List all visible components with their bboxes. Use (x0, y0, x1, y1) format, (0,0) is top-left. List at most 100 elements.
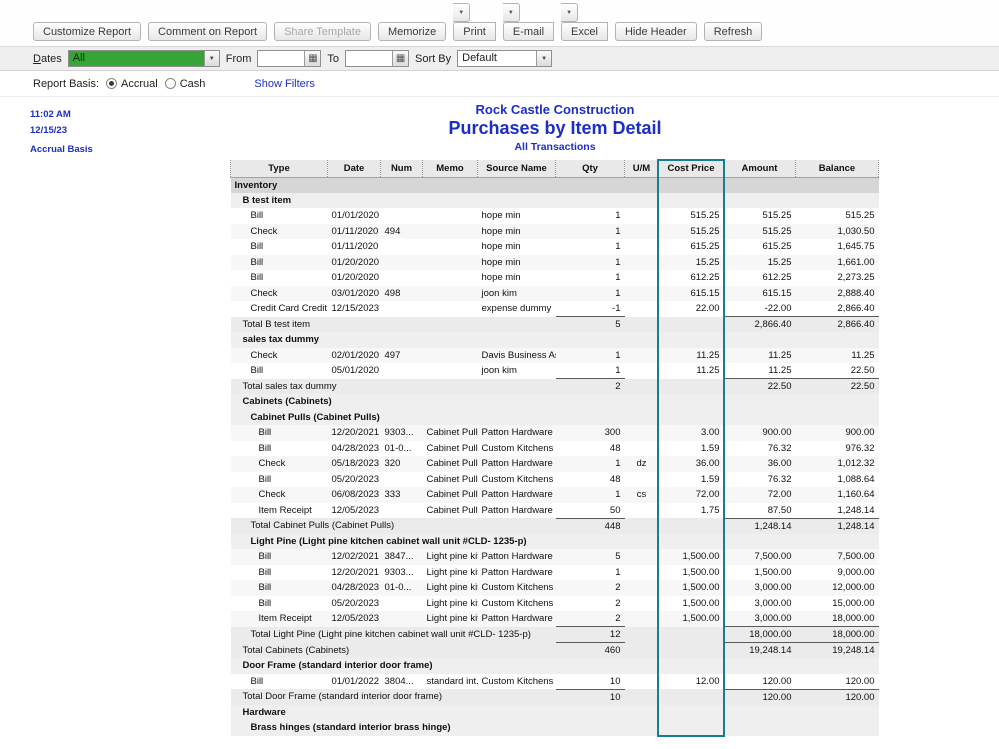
cell-amount[interactable]: 76.32 (724, 472, 796, 488)
cell-amount[interactable]: 36.00 (724, 456, 796, 472)
cell-source-name[interactable]: Patton Hardware S... (478, 456, 556, 472)
cell-amount[interactable]: 1,500.00 (724, 565, 796, 581)
cell-date[interactable]: 12/02/2021 (328, 549, 381, 565)
cell-num[interactable] (381, 363, 423, 379)
cell-balance[interactable]: 1,030.50 (796, 224, 879, 240)
cell-memo[interactable] (423, 348, 478, 364)
table-row[interactable]: Bill01/11/2020hope min1615.25615.251,645… (231, 239, 879, 255)
cell-source-name[interactable]: joon kim (478, 363, 556, 379)
cell-amount[interactable]: 11.25 (724, 363, 796, 379)
cell-date[interactable]: 12/20/2021 (328, 565, 381, 581)
cell-num[interactable] (381, 472, 423, 488)
cell-date[interactable]: 05/01/2020 (328, 363, 381, 379)
cell-date[interactable]: 12/05/2023 (328, 503, 381, 519)
cell-cost-price[interactable]: 1,500.00 (659, 596, 724, 612)
cell-cost-price[interactable]: 22.00 (659, 301, 724, 317)
cell-num[interactable] (381, 208, 423, 224)
cell-memo[interactable]: Light pine kit... (423, 549, 478, 565)
cell-balance[interactable]: 7,500.00 (796, 549, 879, 565)
cell-cost-price[interactable]: 515.25 (659, 224, 724, 240)
table-row[interactable]: Bill04/28/202301-0...Cabinet PullsCustom… (231, 441, 879, 457)
cell-num[interactable]: 9303... (381, 425, 423, 441)
table-row[interactable]: Bill12/20/20219303...Light pine kit...Pa… (231, 565, 879, 581)
cell-memo[interactable] (423, 286, 478, 302)
cell-memo[interactable]: Cabinet Pulls (423, 503, 478, 519)
cell-amount[interactable]: 3,000.00 (724, 611, 796, 627)
cell-type[interactable]: Bill▶ (231, 208, 328, 224)
cell-u-m[interactable] (625, 348, 659, 364)
cell-cost-price[interactable]: 15.25 (659, 255, 724, 271)
cell-cost-price[interactable]: 615.15 (659, 286, 724, 302)
cell-num[interactable] (381, 611, 423, 627)
cell-num[interactable]: 01-0... (381, 580, 423, 596)
table-row[interactable]: Bill01/01/20223804...standard int...Cust… (231, 674, 879, 690)
cell-source-name[interactable]: Patton Hardware S... (478, 503, 556, 519)
cell-balance[interactable]: 2,866.40 (796, 301, 879, 317)
cell-date[interactable]: 01/01/2022 (328, 674, 381, 690)
cell-source-name[interactable]: expense dummy (478, 301, 556, 317)
cell-balance[interactable]: 22.50 (796, 363, 879, 379)
cell-qty[interactable]: 1 (556, 456, 625, 472)
cell-date[interactable]: 12/20/2021 (328, 425, 381, 441)
cell-type[interactable]: Bill (231, 565, 328, 581)
cell-balance[interactable]: 515.25◀ (796, 208, 879, 224)
cell-amount[interactable]: 15.25 (724, 255, 796, 271)
cell-cost-price[interactable]: 1.59 (659, 441, 724, 457)
cell-num[interactable]: 320 (381, 456, 423, 472)
show-filters-link[interactable]: Show Filters (254, 78, 315, 90)
cell-type[interactable]: Bill (231, 239, 328, 255)
sort-by-dropdown[interactable]: Default ▼ (457, 50, 552, 67)
cell-qty[interactable]: 2 (556, 611, 625, 627)
cell-u-m[interactable] (625, 611, 659, 627)
cell-balance[interactable]: 900.00 (796, 425, 879, 441)
table-row[interactable]: Credit Card Credit12/15/2023expense dumm… (231, 301, 879, 317)
cell-u-m[interactable] (625, 674, 659, 690)
cell-cost-price[interactable]: 11.25 (659, 363, 724, 379)
cell-u-m[interactable] (625, 239, 659, 255)
cell-u-m[interactable] (625, 425, 659, 441)
cell-qty[interactable]: 1 (556, 208, 625, 224)
cell-balance[interactable]: 1,248.14 (796, 503, 879, 519)
cell-type[interactable]: Bill (231, 270, 328, 286)
cell-cost-price[interactable]: 1.59 (659, 472, 724, 488)
cell-source-name[interactable]: Patton Hardware S... (478, 565, 556, 581)
cell-cost-price[interactable]: 1.75 (659, 503, 724, 519)
table-row[interactable]: Check02/01/2020497Davis Business As...11… (231, 348, 879, 364)
cell-amount[interactable]: -22.00 (724, 301, 796, 317)
cell-source-name[interactable]: joon kim (478, 286, 556, 302)
cell-u-m[interactable] (625, 224, 659, 240)
cell-num[interactable] (381, 596, 423, 612)
cell-balance[interactable]: 976.32 (796, 441, 879, 457)
cell-date[interactable]: 01/11/2020 (328, 239, 381, 255)
cell-date[interactable]: 02/01/2020 (328, 348, 381, 364)
cell-qty[interactable]: 300 (556, 425, 625, 441)
cell-u-m[interactable] (625, 503, 659, 519)
cell-date[interactable]: 01/20/2020 (328, 255, 381, 271)
cell-cost-price[interactable]: 615.25 (659, 239, 724, 255)
cell-qty[interactable]: 1 (556, 363, 625, 379)
from-date-input[interactable] (258, 51, 304, 66)
cell-memo[interactable]: Cabinet Pulls (423, 487, 478, 503)
cell-qty[interactable]: 1 (556, 239, 625, 255)
email-button[interactable]: E-mail (503, 22, 554, 41)
cell-num[interactable]: 9303... (381, 565, 423, 581)
cell-date[interactable]: 01/11/2020 (328, 224, 381, 240)
memorize-button[interactable]: Memorize (378, 22, 446, 41)
cell-u-m[interactable]: cs (625, 487, 659, 503)
cell-memo[interactable] (423, 224, 478, 240)
cell-amount[interactable]: 76.32 (724, 441, 796, 457)
cell-cost-price[interactable]: 1,500.00 (659, 580, 724, 596)
cell-amount[interactable]: 3,000.00 (724, 580, 796, 596)
cell-qty[interactable]: 1 (556, 270, 625, 286)
cell-amount[interactable]: 87.50 (724, 503, 796, 519)
print-dropdown-button[interactable]: ▼ (453, 3, 470, 22)
cell-qty[interactable]: 48 (556, 441, 625, 457)
from-calendar-button[interactable]: ▦ (304, 51, 320, 66)
cell-date[interactable]: 05/20/2023 (328, 472, 381, 488)
cell-amount[interactable]: 615.25 (724, 239, 796, 255)
cell-amount[interactable]: 515.25 (724, 224, 796, 240)
cell-date[interactable]: 12/15/2023 (328, 301, 381, 317)
cell-balance[interactable]: 1,160.64 (796, 487, 879, 503)
cell-cost-price[interactable]: 36.00 (659, 456, 724, 472)
cell-u-m[interactable] (625, 565, 659, 581)
